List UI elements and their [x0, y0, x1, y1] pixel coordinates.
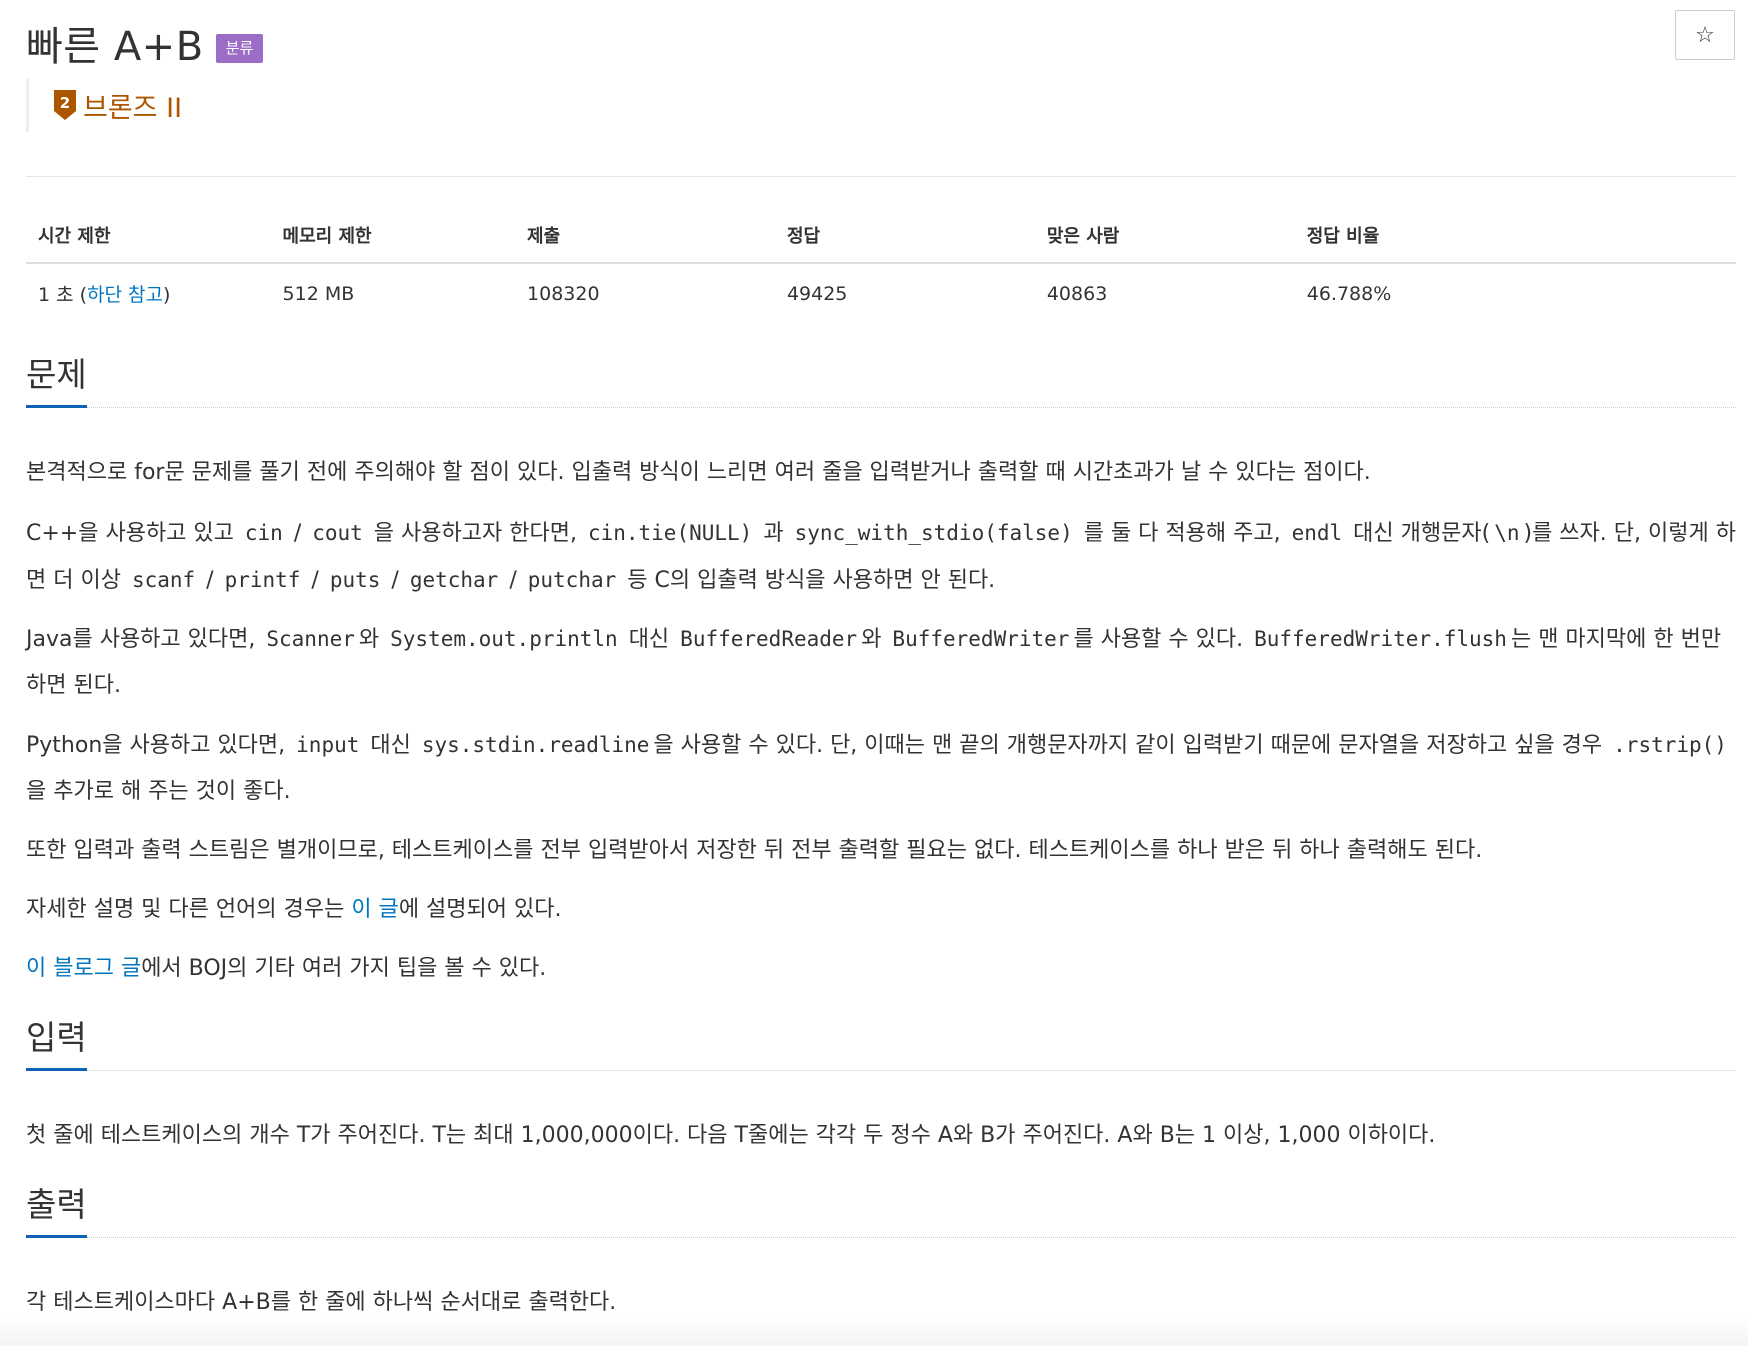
title-row: 빠른 A+B 분류	[26, 14, 264, 72]
tier-label[interactable]: 브론즈 II	[83, 86, 182, 125]
tier-number: 2	[60, 94, 70, 112]
explanation-link[interactable]: 이 글	[351, 897, 398, 922]
tier-box: 2 브론즈 II	[26, 78, 182, 132]
problem-section-title: 문제	[26, 354, 87, 409]
output-section-title: 출력	[26, 1184, 87, 1239]
star-icon: ☆	[1695, 22, 1715, 48]
problem-paragraph: 본격적으로 for문 문제를 풀기 전에 주의해야 할 점이 있다. 입출력 방…	[26, 460, 1371, 485]
bottom-fade	[0, 1318, 1748, 1346]
problem-paragraph: 이 블로그 글에서 BOJ의 기타 여러 가지 팁을 볼 수 있다.	[26, 956, 547, 981]
footnote-link[interactable]: 하단 참고	[87, 284, 163, 306]
problem-paragraph: 또한 입력과 출력 스트림은 별개이므로, 테스트케이스를 전부 입력받아서 저…	[26, 838, 1483, 863]
table-header-cell: 시간 제한	[26, 210, 271, 264]
accepted-cell[interactable]: 49425	[775, 263, 1035, 323]
output-section-header: 출력	[26, 1184, 1736, 1239]
solvers-cell[interactable]: 40863	[1035, 263, 1295, 323]
problem-title: 빠른 A+B	[26, 24, 204, 70]
table-header-cell: 맞은 사람	[1034, 210, 1295, 264]
section-divider	[26, 1237, 1736, 1239]
table-header-cell: 정답	[774, 210, 1035, 264]
problem-paragraph: 자세한 설명 및 다른 언어의 경우는 이 글에 설명되어 있다.	[26, 897, 562, 922]
input-description: 첫 줄에 테스트케이스의 개수 T가 주어진다. T는 최대 1,000,000…	[26, 1123, 1436, 1148]
category-badge[interactable]: 분류	[215, 33, 264, 63]
bronze-tier-icon: 2	[54, 90, 76, 120]
ratio-cell: 46.788%	[1306, 282, 1392, 305]
problem-info-table: 시간 제한 메모리 제한 제출 정답 맞은 사람 정답 비율 1 초 (하단 참…	[26, 210, 1736, 323]
section-divider	[26, 1070, 1736, 1072]
header-divider	[26, 176, 1736, 177]
input-section-header: 입력	[26, 1017, 1736, 1072]
table-row: 1 초 (하단 참고) 512 MB 108320 49425 40863 46…	[26, 263, 1736, 323]
problem-section-header: 문제	[26, 354, 1736, 409]
memory-limit-cell: 512 MB	[282, 282, 355, 305]
favorite-star-button[interactable]: ☆	[1675, 10, 1735, 60]
table-header-cell: 메모리 제한	[270, 210, 516, 264]
input-section-title: 입력	[26, 1017, 87, 1072]
blog-link[interactable]: 이 블로그 글	[26, 956, 141, 981]
time-limit-cell: 1 초 (하단 참고)	[38, 284, 171, 306]
problem-page: 빠른 A+B 분류 ☆ 2 브론즈 II 시간 제한 메모리 제한 제출 정답 …	[0, 0, 1748, 1346]
table-header-cell: 정답 비율	[1294, 210, 1736, 264]
submissions-cell[interactable]: 108320	[515, 263, 775, 323]
table-header-cell: 제출	[515, 210, 775, 264]
table-header-row: 시간 제한 메모리 제한 제출 정답 맞은 사람 정답 비율	[26, 210, 1736, 264]
section-divider	[26, 407, 1736, 409]
problem-paragraph-cpp: C++을 사용하고 있고 cin / cout 을 사용하고자 한다면, cin…	[26, 521, 1736, 593]
problem-paragraph-python: Python을 사용하고 있다면, input 대신 sys.stdin.rea…	[26, 733, 1727, 804]
problem-paragraph-java: Java를 사용하고 있다면, Scanner 와 System.out.prin…	[26, 627, 1722, 698]
